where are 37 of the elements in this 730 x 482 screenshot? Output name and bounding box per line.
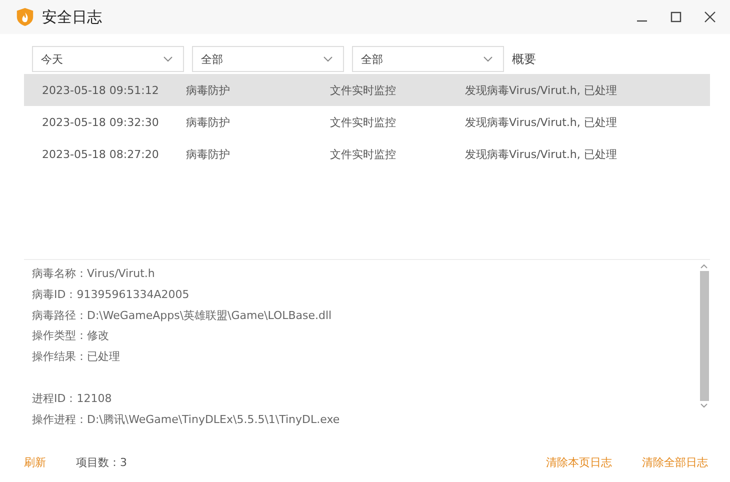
detail-line: 操作进程：D:\腾讯\WeGame\TinyDLEx\5.5.5\1\TinyDL.exe <box>32 412 341 428</box>
log-row[interactable]: 2023-05-18 09:51:12 病毒防护 文件实时监控 发现病毒Virus/Virut.h, 已处理 <box>24 74 710 106</box>
category-cell-text: 病毒防护 <box>186 82 231 98</box>
source-cell-text: 文件实时监控 <box>330 82 397 98</box>
filter-dropdown[interactable]: 全部 <box>352 46 504 72</box>
log-row[interactable]: 2023-05-18 09:32:30 病毒防护 文件实时监控 发现病毒Virus/Virut.h, 已处理 <box>24 106 710 138</box>
filter-dropdown[interactable]: 今天 <box>32 46 184 72</box>
detail-line: 操作结果：已处理 <box>32 349 121 366</box>
time-cell-text: 2023-05-18 09:32:30 <box>41 116 160 128</box>
category-cell-text: 病毒防护 <box>186 114 231 130</box>
summary-cell: 发现病毒Virus/Virut.h, 已处理 <box>465 146 617 162</box>
detail-line: 病毒路径：D:\WeGameApps\英雄联盟\Game\LOLBase.dll <box>32 308 333 324</box>
detail-line: 进程ID：12108 <box>32 390 113 407</box>
chevron-down-icon <box>483 56 493 62</box>
detail-line: 操作类型：修改 <box>32 328 110 344</box>
source-cell-text: 文件实时监控 <box>330 114 397 130</box>
summary-cell: 发现病毒Virus/Virut.h, 已处理 <box>465 82 617 98</box>
log-row[interactable]: 2023-05-18 08:27:20 病毒防护 文件实时监控 发现病毒Virus/Virut.h, 已处理 <box>24 138 710 170</box>
source-cell-text: 文件实时监控 <box>330 146 397 162</box>
scroll-down-icon[interactable] <box>700 403 708 408</box>
time-cell-text: 2023-05-18 08:27:20 <box>41 148 160 160</box>
detail-line: 病毒ID：91395961334A2005 <box>32 286 190 303</box>
detail-line: 病毒名称：Virus/Virut.h <box>32 266 156 282</box>
scrollbar-thumb[interactable] <box>700 271 708 401</box>
filter-dropdown[interactable]: 全部 <box>192 46 344 72</box>
maximize-icon[interactable] <box>670 11 682 23</box>
time-cell-text: 2023-05-18 09:51:12 <box>41 84 160 96</box>
window-title: 安全日志 <box>42 8 102 26</box>
category-cell-text: 病毒防护 <box>186 146 231 162</box>
chevron-down-icon <box>323 56 333 62</box>
chevron-down-icon <box>163 56 173 62</box>
item-count: 项目数：3 <box>76 454 127 470</box>
scroll-up-icon[interactable] <box>700 264 708 269</box>
summary-cell: 发现病毒Virus/Virut.h, 已处理 <box>465 114 617 130</box>
close-icon[interactable] <box>704 11 716 23</box>
shield-flame-icon <box>16 7 34 27</box>
column-header: 概要 <box>512 50 536 68</box>
